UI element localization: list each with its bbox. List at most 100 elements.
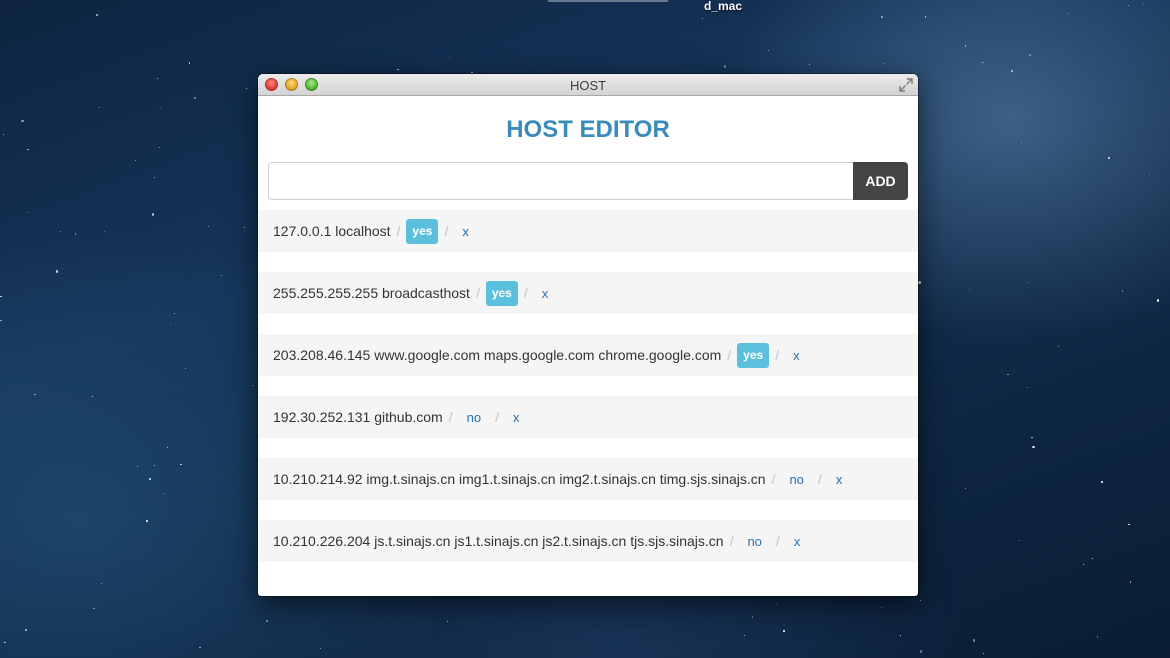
star (154, 465, 156, 467)
star (319, 648, 321, 650)
add-button[interactable]: ADD (853, 162, 908, 200)
star (104, 231, 106, 233)
star (1156, 299, 1160, 302)
star (27, 148, 29, 151)
status-toggle[interactable]: yes (737, 342, 770, 368)
star (1019, 540, 1021, 542)
star (159, 107, 161, 109)
fullscreen-icon[interactable] (898, 77, 914, 93)
star (99, 107, 101, 108)
star (148, 477, 152, 481)
star (1029, 54, 1031, 56)
separator: / (771, 471, 776, 487)
star (397, 68, 399, 71)
star (808, 64, 810, 66)
host-row: 10.210.226.204 js.t.sinajs.cn js1.t.sina… (258, 520, 918, 562)
add-host-form: ADD (268, 162, 908, 200)
star (783, 630, 785, 632)
star (34, 393, 36, 396)
status-toggle[interactable]: yes (485, 280, 518, 306)
star (188, 62, 191, 64)
star (883, 62, 885, 64)
menu-bar-edge (548, 0, 668, 2)
remove-link[interactable]: x (505, 410, 528, 425)
star (265, 619, 269, 623)
star (251, 384, 253, 386)
star (1143, 3, 1145, 5)
star (964, 487, 967, 490)
host-row: 10.210.214.92 img.t.sinajs.cn img1.t.sin… (258, 458, 918, 500)
star (1129, 581, 1132, 583)
star (4, 641, 6, 644)
star (95, 13, 99, 17)
remove-link[interactable]: x (454, 224, 477, 239)
star (982, 652, 985, 655)
star (194, 97, 196, 99)
star (900, 635, 902, 637)
star (701, 18, 703, 20)
star (208, 225, 210, 227)
status-toggle[interactable]: yes (406, 218, 439, 244)
host-row: 192.30.252.131 github.com / no / x (258, 396, 918, 438)
star (170, 324, 172, 326)
host-list: 127.0.0.1 localhost / yes / x 255.255.25… (258, 210, 918, 582)
host-entry-text: 203.208.46.145 www.google.com maps.googl… (273, 347, 722, 363)
star (880, 606, 882, 608)
star (59, 230, 62, 233)
separator: / (727, 347, 732, 363)
desktop-label: d_mac (704, 0, 743, 13)
status-toggle[interactable]: no (781, 472, 811, 487)
window-title: HOST (569, 78, 607, 93)
separator: / (475, 285, 480, 301)
host-entry-text: 255.255.255.255 broadcasthost (273, 285, 470, 301)
star (1082, 564, 1084, 566)
separator: / (523, 285, 528, 301)
star (471, 71, 473, 74)
separator: / (729, 533, 734, 549)
star (1058, 346, 1060, 348)
host-row: 203.208.46.145 www.google.com maps.googl… (258, 334, 918, 376)
star (1067, 12, 1069, 14)
star (775, 602, 778, 605)
host-input[interactable] (268, 162, 853, 200)
star (1026, 386, 1029, 389)
star (1108, 157, 1110, 159)
remove-link[interactable]: x (828, 472, 851, 487)
star (74, 233, 77, 235)
separator: / (775, 533, 780, 549)
star (156, 78, 158, 80)
star (1032, 445, 1035, 449)
star (1128, 523, 1130, 526)
star (0, 295, 2, 298)
star (1101, 481, 1103, 483)
star (1127, 5, 1129, 7)
star (964, 45, 967, 47)
remove-link[interactable]: x (786, 534, 809, 549)
star (93, 607, 95, 610)
remove-link[interactable]: x (534, 286, 557, 301)
star (918, 281, 921, 284)
status-toggle[interactable]: no (739, 534, 769, 549)
app-title: HOST EDITOR (506, 116, 670, 143)
separator: / (495, 409, 499, 425)
star (25, 629, 27, 631)
host-entry-text: 10.210.226.204 js.t.sinajs.cn js1.t.sina… (273, 533, 724, 549)
star (1148, 173, 1150, 175)
star (0, 319, 2, 322)
star (184, 367, 186, 369)
star (1026, 282, 1028, 284)
window-titlebar[interactable]: HOST (258, 74, 918, 96)
separator: / (448, 409, 453, 425)
star (751, 616, 754, 618)
host-entry-text: 192.30.252.131 github.com (273, 409, 443, 425)
separator: / (444, 223, 449, 239)
star (982, 61, 984, 64)
separator: / (817, 471, 822, 487)
separator: / (396, 223, 401, 239)
remove-link[interactable]: x (785, 348, 808, 363)
star (100, 582, 103, 585)
star (163, 493, 165, 495)
status-toggle[interactable]: no (459, 410, 489, 425)
star (881, 16, 883, 18)
star (136, 466, 138, 468)
